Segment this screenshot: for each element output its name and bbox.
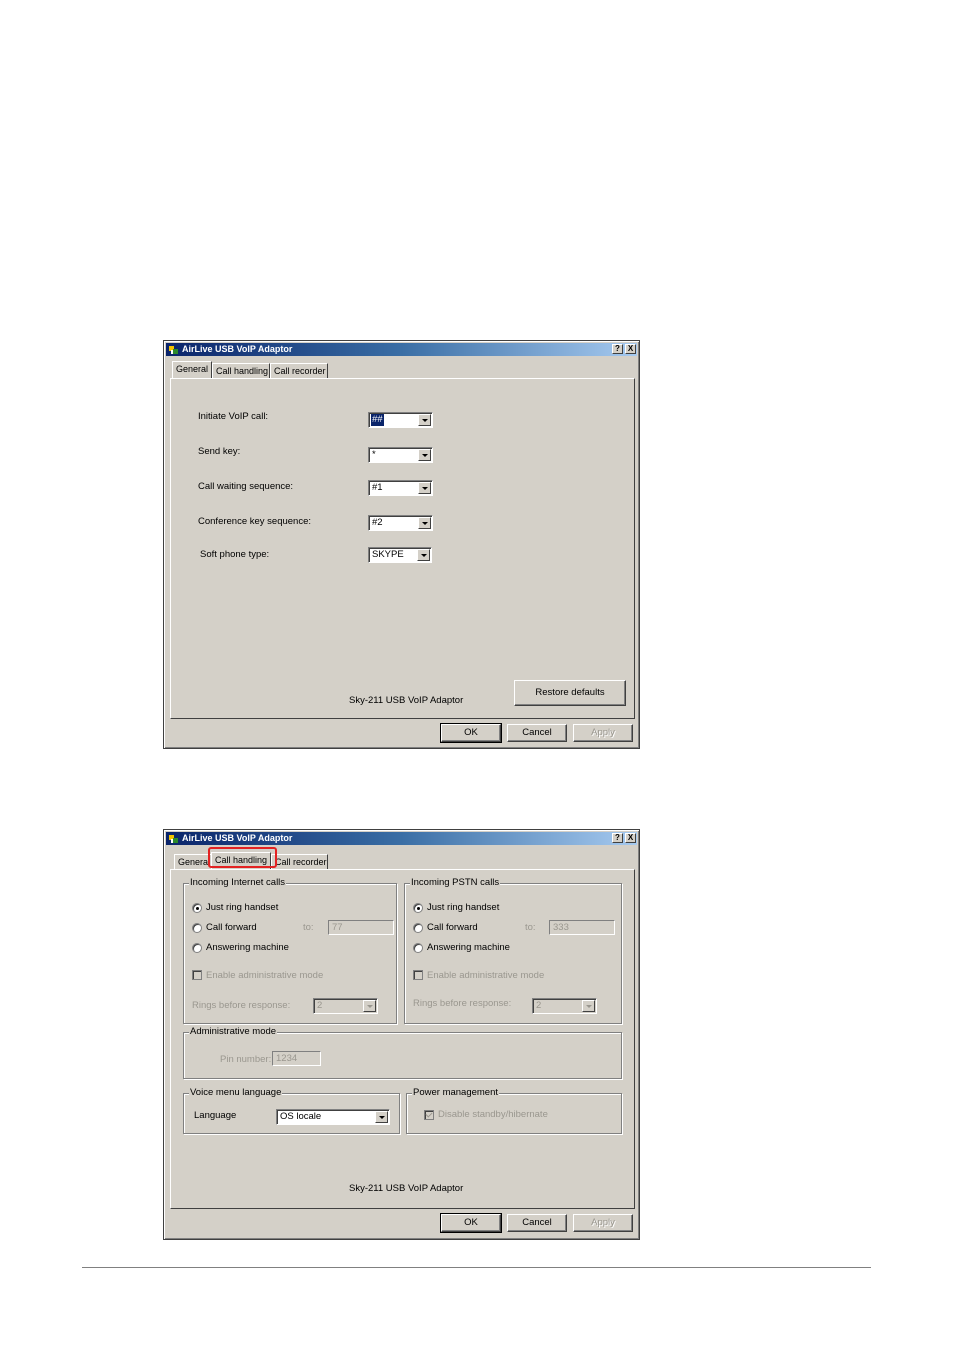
apply-button[interactable]: Apply: [573, 1214, 633, 1232]
tab-call-recorder[interactable]: Call recorder: [270, 363, 328, 378]
call-forward-label: Call forward: [427, 922, 478, 933]
dropdown-arrow-icon[interactable]: [418, 482, 431, 494]
rings-value: 2: [536, 1000, 542, 1011]
voice-menu-language-group: Voice menu language Language OS locale: [183, 1087, 400, 1134]
disable-standby-label: Disable standby/hibernate: [438, 1109, 548, 1120]
radio-call-forward[interactable]: [192, 923, 202, 933]
help-button[interactable]: ?: [612, 344, 623, 354]
product-label: Sky-211 USB VoIP Adaptor: [349, 1183, 464, 1194]
conference-key-label: Conference key sequence:: [198, 516, 312, 527]
rings-select[interactable]: 2: [532, 998, 597, 1014]
initiate-voip-select[interactable]: ##: [368, 412, 433, 428]
to-label: to:: [303, 922, 314, 933]
cancel-button[interactable]: Cancel: [507, 1214, 567, 1232]
pin-number-field[interactable]: 1234: [272, 1051, 321, 1066]
group-title: Incoming Internet calls: [189, 877, 287, 889]
soft-phone-type-label: Soft phone type:: [200, 549, 270, 560]
radio-just-ring[interactable]: [192, 903, 202, 913]
conference-key-value: #2: [372, 517, 383, 528]
dropdown-arrow-icon[interactable]: [363, 1000, 376, 1012]
ok-button[interactable]: OK: [440, 723, 502, 743]
call-waiting-label: Call waiting sequence:: [198, 481, 294, 492]
forward-number-value: 77: [332, 922, 343, 933]
forward-number-value: 333: [553, 922, 569, 933]
title-bar[interactable]: AirLive USB VoIP Adaptor ? X: [166, 832, 637, 845]
pin-number-value: 1234: [276, 1053, 298, 1064]
dropdown-arrow-icon[interactable]: [375, 1111, 388, 1123]
tab-general[interactable]: General: [172, 361, 212, 378]
apply-button[interactable]: Apply: [573, 724, 633, 742]
radio-just-ring[interactable]: [413, 903, 423, 913]
pin-number-label: Pin number:: [220, 1054, 272, 1065]
call-waiting-value: #1: [372, 482, 383, 493]
language-label: Language: [194, 1110, 237, 1121]
dropdown-arrow-icon[interactable]: [582, 1000, 595, 1012]
group-title: Power management: [412, 1087, 500, 1099]
power-management-group: Power management Disable standby/hiberna…: [406, 1087, 622, 1134]
dropdown-arrow-icon[interactable]: [417, 549, 430, 561]
app-icon: [169, 835, 178, 843]
send-key-value: *: [372, 449, 376, 460]
dropdown-arrow-icon[interactable]: [418, 449, 431, 461]
close-button[interactable]: X: [625, 344, 636, 354]
tab-panel: Initiate VoIP call: ## Send key: * Call …: [170, 378, 635, 719]
forward-number-field[interactable]: 77: [328, 920, 394, 935]
send-key-label: Send key:: [198, 446, 241, 457]
cancel-button[interactable]: Cancel: [507, 724, 567, 742]
dropdown-arrow-icon[interactable]: [418, 414, 431, 426]
group-title: Administrative mode: [189, 1026, 278, 1038]
rings-label: Rings before response:: [413, 998, 512, 1009]
initiate-voip-label: Initiate VoIP call:: [198, 411, 269, 422]
window-title: AirLive USB VoIP Adaptor: [182, 833, 293, 843]
language-value: OS locale: [280, 1111, 322, 1122]
call-forward-label: Call forward: [206, 922, 257, 933]
close-button[interactable]: X: [625, 833, 636, 843]
rings-label: Rings before response:: [192, 1000, 291, 1011]
tab-call-handling[interactable]: Call handling: [212, 363, 270, 378]
call-waiting-select[interactable]: #1: [368, 480, 433, 496]
enable-admin-checkbox[interactable]: [192, 970, 202, 980]
forward-number-field[interactable]: 333: [549, 920, 615, 935]
highlight-box: [208, 847, 277, 868]
page-footer-divider: [82, 1267, 871, 1268]
soft-phone-type-value: SKYPE: [372, 549, 404, 560]
enable-admin-label: Enable administrative mode: [206, 970, 324, 981]
incoming-internet-calls-group: Incoming Internet calls Just ring handse…: [183, 877, 397, 1024]
soft-phone-type-select[interactable]: SKYPE: [368, 547, 432, 563]
settings-window-call-handling: AirLive USB VoIP Adaptor ? X General Cal…: [163, 829, 640, 1240]
radio-answering-machine[interactable]: [413, 943, 423, 953]
ok-button[interactable]: OK: [440, 1213, 502, 1233]
product-label: Sky-211 USB VoIP Adaptor: [349, 695, 464, 706]
just-ring-label: Just ring handset: [427, 902, 500, 913]
restore-defaults-button[interactable]: Restore defaults: [514, 680, 626, 706]
radio-call-forward[interactable]: [413, 923, 423, 933]
rings-value: 2: [317, 1000, 323, 1011]
just-ring-label: Just ring handset: [206, 902, 279, 913]
group-title: Incoming PSTN calls: [410, 877, 501, 889]
to-label: to:: [525, 922, 536, 933]
answering-machine-label: Answering machine: [427, 942, 510, 953]
enable-admin-checkbox[interactable]: [413, 970, 423, 980]
tab-call-recorder[interactable]: Call recorder: [271, 854, 328, 869]
conference-key-select[interactable]: #2: [368, 515, 433, 531]
language-select[interactable]: OS locale: [276, 1109, 390, 1125]
disable-standby-checkbox[interactable]: [424, 1110, 434, 1120]
radio-answering-machine[interactable]: [192, 943, 202, 953]
dropdown-arrow-icon[interactable]: [418, 517, 431, 529]
initiate-voip-value: ##: [371, 414, 384, 426]
administrative-mode-group: Administrative mode Pin number: 1234: [183, 1026, 622, 1079]
incoming-pstn-calls-group: Incoming PSTN calls Just ring handset Ca…: [404, 877, 622, 1024]
enable-admin-label: Enable administrative mode: [427, 970, 545, 981]
title-bar[interactable]: AirLive USB VoIP Adaptor ? X: [166, 343, 637, 356]
tab-panel: Incoming Internet calls Just ring handse…: [170, 869, 635, 1209]
group-title: Voice menu language: [189, 1087, 283, 1099]
help-button[interactable]: ?: [612, 833, 623, 843]
answering-machine-label: Answering machine: [206, 942, 289, 953]
send-key-select[interactable]: *: [368, 447, 433, 463]
window-title: AirLive USB VoIP Adaptor: [182, 344, 293, 354]
app-icon: [169, 346, 178, 354]
rings-select[interactable]: 2: [313, 998, 378, 1014]
settings-window-general: AirLive USB VoIP Adaptor ? X General Cal…: [163, 340, 640, 749]
